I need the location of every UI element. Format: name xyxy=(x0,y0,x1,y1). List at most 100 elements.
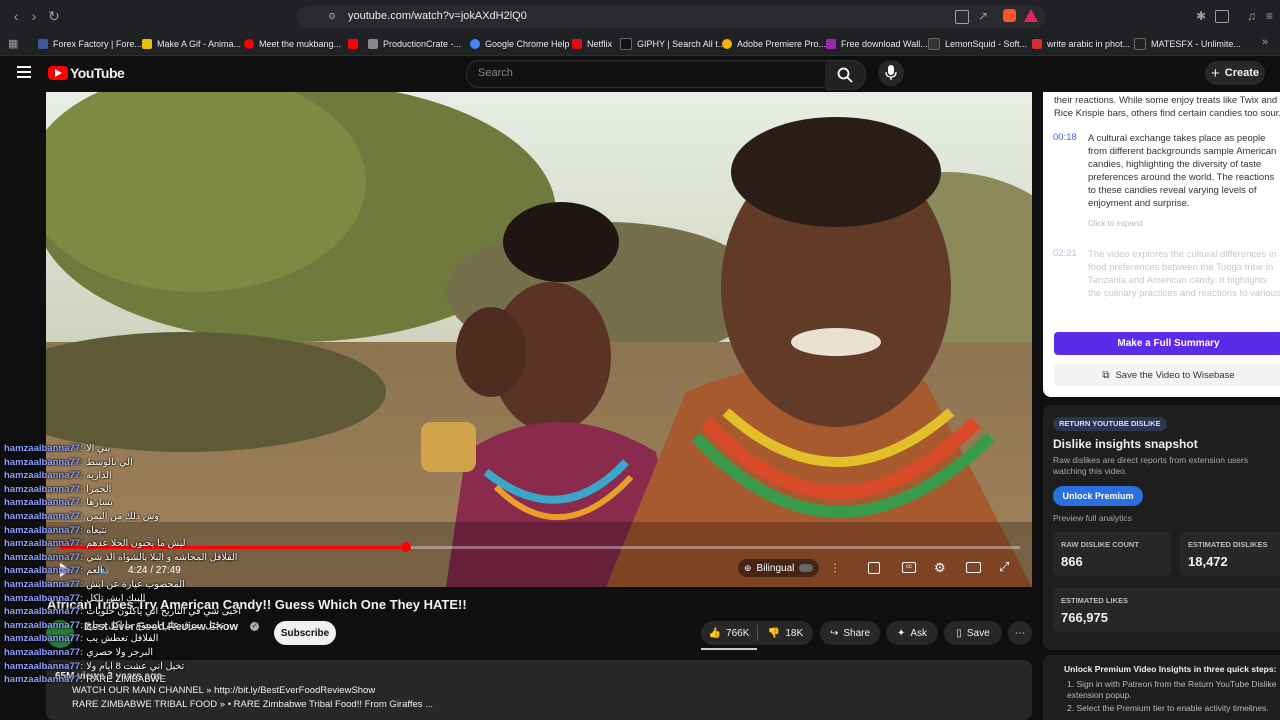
more-actions-button[interactable]: ⋯ xyxy=(1008,621,1032,645)
chat-username[interactable]: hamzaalbanna77: xyxy=(4,633,83,644)
media-icon[interactable]: ♫ xyxy=(1247,9,1256,23)
bookmark-11[interactable]: write arabic in phot... xyxy=(1032,36,1130,52)
video-player[interactable] xyxy=(46,92,1032,587)
voice-search-button[interactable] xyxy=(878,60,904,86)
summary-time-1[interactable]: 00:18 xyxy=(1053,132,1077,143)
chat-username[interactable]: hamzaalbanna77: xyxy=(4,674,83,685)
click-to-expand[interactable]: Click to expand xyxy=(1088,219,1143,228)
summary-text-2: The video explores the cultural differen… xyxy=(1088,249,1280,304)
chat-username[interactable]: hamzaalbanna77: xyxy=(4,593,83,604)
bookmark-4[interactable]: ProductionCrate -... xyxy=(368,36,461,52)
bookmark-2[interactable]: Meet the mukbang... xyxy=(244,36,341,52)
sidebar-icon[interactable] xyxy=(1215,10,1229,23)
bookmark-12[interactable]: MATESFX - Unlimite... xyxy=(1134,36,1241,52)
chat-text: الحمرا xyxy=(86,483,112,495)
reload-icon[interactable]: ↻ xyxy=(46,8,62,24)
chat-message: hamzaalbanna77: الي بالوسط xyxy=(4,457,133,468)
chat-text: RARE ZIMBABWE xyxy=(86,674,166,686)
forward-icon[interactable]: › xyxy=(26,8,42,24)
chat-message: hamzaalbanna77: البرجر ولا حصري xyxy=(4,647,153,658)
create-button[interactable]: + Create xyxy=(1205,61,1265,85)
ask-label: Ask xyxy=(910,627,928,639)
ask-button[interactable]: ✦ Ask xyxy=(886,621,938,645)
mic-icon xyxy=(885,65,897,80)
bookmark-0[interactable]: Forex Factory | Fore... xyxy=(38,36,142,52)
sparkle-icon: ✦ xyxy=(896,627,906,639)
chat-username[interactable]: hamzaalbanna77: xyxy=(4,497,83,508)
chat-username[interactable]: hamzaalbanna77: xyxy=(4,606,83,617)
save-label: Save xyxy=(966,627,990,639)
summary-time-2[interactable]: 02:21 xyxy=(1053,248,1077,259)
chat-username[interactable]: hamzaalbanna77: xyxy=(4,443,83,454)
dislike-button[interactable]: 👎 18K xyxy=(758,621,813,645)
bookmark-5[interactable]: Google Chrome Help xyxy=(470,36,570,52)
captions-icon[interactable]: cc xyxy=(902,562,916,573)
video-frame xyxy=(46,92,1032,587)
chat-username[interactable]: hamzaalbanna77: xyxy=(4,565,83,576)
est-likes-card: ESTIMATED LIKES 766,975 xyxy=(1053,588,1280,632)
bookmark-9[interactable]: Free download Wall... xyxy=(826,36,928,52)
time-display: 4:24 / 27:49 xyxy=(128,565,181,576)
brave-shield-icon[interactable] xyxy=(1003,9,1016,22)
preview-analytics-link[interactable]: Preview full analytics xyxy=(1053,513,1132,523)
bookmarks-overflow-icon[interactable]: » xyxy=(1262,36,1268,48)
chat-username[interactable]: hamzaalbanna77: xyxy=(4,538,83,549)
site-info-icon[interactable]: ⚙ xyxy=(328,11,338,21)
share-page-icon[interactable]: ↗ xyxy=(978,9,988,23)
chat-text: نتيعاه xyxy=(86,524,108,536)
apps-grid-icon[interactable]: ▦ xyxy=(8,37,18,50)
chat-username[interactable]: hamzaalbanna77: xyxy=(4,661,83,672)
miniplayer-icon[interactable] xyxy=(966,562,981,573)
settings-icon[interactable]: ⚙ xyxy=(934,560,946,576)
chat-username[interactable]: hamzaalbanna77: xyxy=(4,647,83,658)
subscribe-button[interactable]: Subscribe xyxy=(274,621,336,645)
like-button[interactable]: 👍 766K xyxy=(701,621,757,645)
chat-username[interactable]: hamzaalbanna77: xyxy=(4,552,83,563)
chat-username[interactable]: hamzaalbanna77: xyxy=(4,457,83,468)
hamburger-menu-icon[interactable] xyxy=(17,66,31,78)
more-options-icon[interactable]: ⋮ xyxy=(830,563,840,574)
raw-dislike-card: RAW DISLIKE COUNT 866 xyxy=(1053,532,1171,576)
search-placeholder: Search xyxy=(478,67,513,79)
bookmark-8[interactable]: Adobe Premiere Pro... xyxy=(722,36,826,52)
rewards-icon[interactable] xyxy=(1024,9,1038,22)
premium-heading: Unlock Premium Video Insights in three q… xyxy=(1064,664,1277,674)
save-to-wisebase-button[interactable]: ⧉ Save the Video to Wisebase xyxy=(1054,364,1280,386)
bookmark-1[interactable]: Make A Gif - Anima... xyxy=(142,36,241,52)
make-full-summary-button[interactable]: Make a Full Summary xyxy=(1054,332,1280,355)
youtube-logo-icon[interactable] xyxy=(48,66,68,80)
chat-username[interactable]: hamzaalbanna77: xyxy=(4,525,83,536)
bookmark-7[interactable]: GIPHY | Search All t... xyxy=(620,36,725,52)
bookmark-3[interactable] xyxy=(348,36,363,52)
like-ratio-bar xyxy=(701,648,757,650)
chat-message: hamzaalbanna77: الداريه xyxy=(4,470,112,481)
bookmark-6[interactable]: Netflix xyxy=(572,36,612,52)
unlock-premium-button[interactable]: Unlock Premium xyxy=(1053,486,1143,506)
search-input[interactable]: Search xyxy=(466,60,826,88)
chat-username[interactable]: hamzaalbanna77: xyxy=(4,484,83,495)
bilingual-switch[interactable] xyxy=(799,564,814,572)
search-button[interactable] xyxy=(825,60,866,90)
chat-message: hamzaalbanna77: يسارها xyxy=(4,497,113,508)
progress-scrubber[interactable] xyxy=(400,542,411,552)
chat-username[interactable]: hamzaalbanna77: xyxy=(4,511,83,522)
extensions-icon[interactable]: ✱ xyxy=(1196,9,1206,23)
bilingual-toggle[interactable]: ⊕ Bilingual xyxy=(738,559,820,577)
share-button[interactable]: ↪ Share xyxy=(820,621,880,645)
chat-username[interactable]: hamzaalbanna77: xyxy=(4,470,83,481)
save-button[interactable]: ▯ Save xyxy=(944,621,1002,645)
bilingual-label: Bilingual xyxy=(756,562,795,574)
cast-icon[interactable] xyxy=(955,10,969,24)
chat-username[interactable]: hamzaalbanna77: xyxy=(4,579,83,590)
fullscreen-icon[interactable]: ⤢ xyxy=(999,559,1009,575)
est-dislike-label: ESTIMATED DISLIKES xyxy=(1188,540,1268,549)
autoplay-icon[interactable] xyxy=(868,562,880,574)
chat-message: hamzaalbanna77: ليش ما يحبون الحلا عدهم xyxy=(4,538,185,549)
bookmark-10[interactable]: LemonSquid - Soft... xyxy=(928,36,1027,52)
chat-username[interactable]: hamzaalbanna77: xyxy=(4,620,83,631)
youtube-logo-text[interactable]: YouTube xyxy=(70,65,125,81)
chat-text: الي بالوسط xyxy=(86,456,133,468)
dislike-description: Raw dislikes are direct reports from ext… xyxy=(1053,455,1249,476)
back-icon[interactable]: ‹ xyxy=(8,8,24,24)
menu-icon[interactable]: ≡ xyxy=(1266,9,1273,23)
